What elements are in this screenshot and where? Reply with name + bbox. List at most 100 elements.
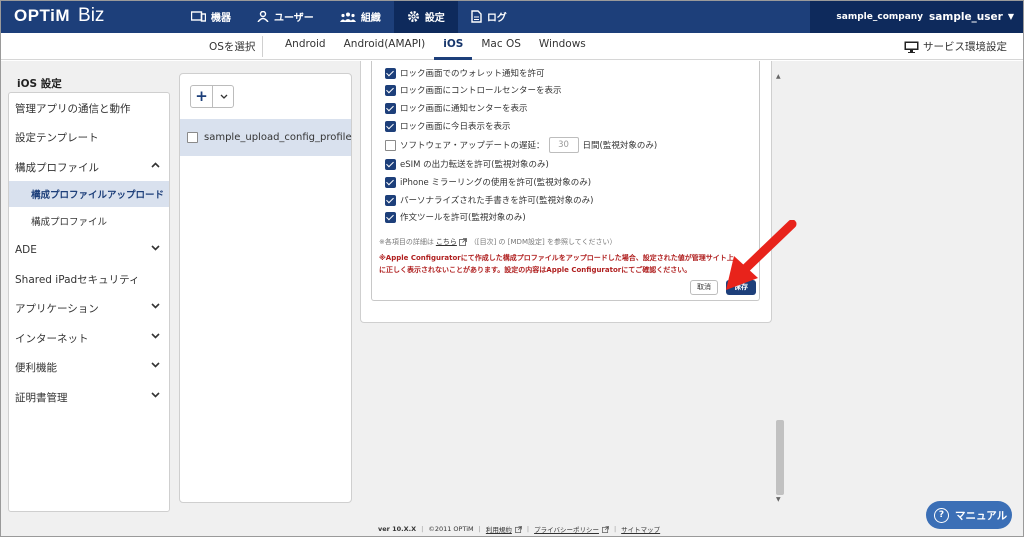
account-menu[interactable]: sample_company sample_user ▼	[810, 0, 1024, 33]
divider	[262, 36, 263, 57]
manual-button[interactable]: ? マニュアル	[926, 501, 1012, 529]
checkbox-checked[interactable]	[385, 211, 396, 223]
sidebar-item-label: 管理アプリの通信と動作	[15, 102, 131, 115]
sidebar-item-profile-upload[interactable]: 構成プロファイルアップロード	[9, 181, 169, 207]
nav-user[interactable]: ユーザー	[244, 0, 327, 33]
checkbox-checked[interactable]	[385, 194, 396, 206]
sidebar-item-app-comm[interactable]: 管理アプリの通信と動作	[9, 95, 169, 121]
page-title: iOS 設定	[17, 78, 62, 90]
nav-settings-label: 設定	[424, 13, 445, 24]
sidebar-item-application[interactable]: アプリケーション	[9, 295, 169, 321]
nav-device-label: 機器	[211, 13, 231, 24]
setting-row[interactable]: ロック画面に今日表示を表示	[385, 118, 511, 134]
scrollbar-thumb[interactable]	[776, 420, 784, 495]
checkbox-checked[interactable]	[385, 84, 396, 96]
setting-label: ロック画面でのウォレット通知を許可	[400, 69, 545, 79]
checkbox-checked[interactable]	[385, 120, 396, 132]
settings-card: ロック画面でのウォレット通知を許可 ロック画面にコントロールセンターを表示 ロッ…	[371, 61, 760, 301]
sidebar-item-internet[interactable]: インターネット	[9, 325, 169, 351]
setting-row-update-delay[interactable]: ソフトウェア・アップデートの遅延： 30 日間(監視対象のみ)	[385, 137, 657, 153]
sidebar-item-config-profile[interactable]: 構成プロファイル	[9, 154, 169, 180]
chevron-down-icon	[151, 333, 160, 339]
os-tabs: Android Android(AMAPI) iOS Mac OS Window…	[276, 33, 595, 60]
checkbox-checked[interactable]	[385, 176, 396, 188]
checkbox-checked[interactable]	[385, 158, 396, 170]
service-env-label: サービス環境設定	[923, 41, 1007, 53]
sidebar-item-ade[interactable]: ADE	[9, 237, 169, 263]
copyright: ©2011 OPTiM	[428, 525, 474, 533]
note-suffix: （[目次] の [MDM設定] を参照してください）	[469, 238, 617, 246]
chevron-down-icon	[151, 362, 160, 368]
setting-row[interactable]: ロック画面にコントロールセンターを表示	[385, 82, 562, 98]
setting-row[interactable]: ロック画面でのウォレット通知を許可	[385, 65, 545, 81]
add-dropdown-button[interactable]	[214, 86, 233, 107]
external-link-icon	[514, 525, 522, 533]
service-env-link[interactable]: サービス環境設定	[904, 39, 1007, 54]
profile-list-panel: + sample_upload_config_profile	[179, 73, 352, 503]
divider: |	[478, 525, 481, 533]
sidebar-item-label: Shared iPadセキュリティ	[15, 273, 140, 286]
privacy-link[interactable]: プライバシーポリシー	[534, 524, 599, 534]
checkbox-checked[interactable]	[385, 67, 396, 79]
manual-label: マニュアル	[955, 509, 1008, 522]
delay-suffix: 日間(監視対象のみ)	[582, 141, 658, 151]
sidebar-item-label: 構成プロファイル	[15, 161, 99, 174]
checkbox-unchecked[interactable]	[385, 139, 396, 151]
chevron-down-icon	[151, 392, 160, 398]
tab-macos[interactable]: Mac OS	[472, 33, 530, 60]
list-item[interactable]: sample_upload_config_profile	[180, 119, 352, 156]
os-tab-bar: OSを選択 Android Android(AMAPI) iOS Mac OS …	[0, 33, 1024, 60]
sidebar-item-label: 構成プロファイルアップロード	[31, 190, 165, 201]
footer: ver 10.X.X | ©2011 OPTiM | 利用規約 | プライバシー…	[378, 524, 660, 534]
sidebar-item-label: 構成プロファイル	[31, 217, 108, 228]
divider: |	[526, 525, 530, 533]
scroll-up-icon[interactable]: ▲	[776, 73, 781, 80]
divider: |	[613, 525, 617, 533]
sidebar-item-certificate[interactable]: 証明書管理	[9, 384, 169, 410]
setting-label: ソフトウェア・アップデートの遅延：	[400, 141, 545, 151]
setting-row[interactable]: ロック画面に通知センターを表示	[385, 100, 528, 116]
logo[interactable]: OPTiM Biz	[14, 5, 104, 27]
sitemap-link[interactable]: サイトマップ	[621, 524, 660, 534]
scroll-down-icon[interactable]: ▼	[776, 496, 781, 503]
external-link-icon[interactable]	[458, 238, 467, 246]
nav-log[interactable]: ログ	[458, 0, 520, 33]
setting-label: 作文ツールを許可(監視対象のみ)	[400, 213, 526, 223]
sidebar: 管理アプリの通信と動作 設定テンプレート 構成プロファイル 構成プロファイルアッ…	[8, 92, 170, 512]
cancel-button[interactable]: 取消	[690, 280, 718, 295]
setting-label: ロック画面に今日表示を表示	[400, 122, 511, 132]
checkbox-checked[interactable]	[385, 102, 396, 114]
tab-ios[interactable]: iOS	[434, 33, 473, 60]
help-link[interactable]: こちら	[436, 237, 457, 247]
setting-row[interactable]: eSIM の出力転送を許可(監視対象のみ)	[385, 156, 549, 172]
add-button[interactable]: +	[191, 86, 213, 107]
row-checkbox[interactable]	[187, 132, 198, 143]
setting-row[interactable]: 作文ツールを許可(監視対象のみ)	[385, 209, 526, 225]
setting-row[interactable]: パーソナライズされた手書きを許可(監視対象のみ)	[385, 192, 593, 208]
terms-link[interactable]: 利用規約	[486, 524, 512, 534]
company-name: sample_company	[836, 11, 924, 22]
tab-android[interactable]: Android	[276, 33, 335, 60]
add-button-group: +	[190, 85, 234, 108]
divider: |	[421, 525, 424, 533]
setting-label: eSIM の出力転送を許可(監視対象のみ)	[400, 160, 549, 170]
tab-windows[interactable]: Windows	[530, 33, 595, 60]
profile-name: sample_upload_config_profile	[204, 132, 352, 143]
user-icon	[257, 11, 269, 22]
nav-device[interactable]: 機器	[178, 0, 244, 33]
sidebar-item-label: インターネット	[15, 332, 89, 345]
sidebar-item-label: 便利機能	[15, 361, 57, 374]
setting-row[interactable]: iPhone ミラーリングの使用を許可(監視対象のみ)	[385, 174, 591, 190]
nav-log-label: ログ	[486, 13, 507, 24]
nav-organization[interactable]: 組織	[327, 0, 394, 33]
nav-settings[interactable]: 設定	[393, 0, 458, 33]
sidebar-item-template[interactable]: 設定テンプレート	[9, 124, 169, 150]
tab-android-amapi[interactable]: Android(AMAPI)	[335, 33, 435, 60]
setting-label: ロック画面にコントロールセンターを表示	[400, 86, 562, 96]
caret-down-icon: ▼	[1007, 12, 1014, 21]
sidebar-item-convenience[interactable]: 便利機能	[9, 354, 169, 380]
delay-days-input[interactable]: 30	[548, 137, 579, 153]
sidebar-item-profile[interactable]: 構成プロファイル	[9, 208, 169, 234]
user-name: sample_user	[929, 10, 1003, 23]
sidebar-item-shared-ipad[interactable]: Shared iPadセキュリティ	[9, 266, 169, 292]
